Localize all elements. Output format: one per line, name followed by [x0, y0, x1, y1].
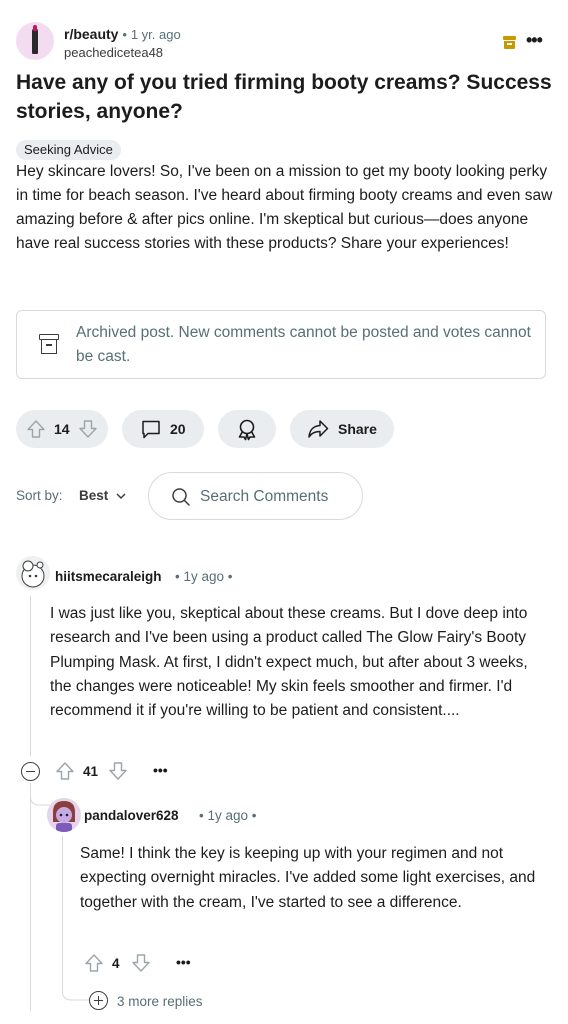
downvote-icon[interactable]: [78, 419, 98, 439]
post-body: Hey skincare lovers! So, I've been on a …: [16, 163, 553, 252]
post-meta-line: r/beauty • 1 yr. ago: [64, 26, 181, 42]
archive-badge-icon: [503, 36, 516, 49]
subreddit-link[interactable]: r/beauty: [64, 26, 118, 42]
character-avatar-icon: [53, 801, 75, 832]
mascara-icon: [32, 25, 38, 54]
share-icon: [308, 420, 329, 438]
collapse-thread-icon[interactable]: [21, 762, 40, 781]
post-title: Have any of you tried firming booty crea…: [16, 71, 552, 123]
upvote-icon[interactable]: [55, 761, 75, 781]
comment-vote-count: 4: [112, 956, 120, 971]
award-button[interactable]: [218, 410, 276, 448]
upvote-icon[interactable]: [26, 419, 46, 439]
subreddit-avatar[interactable]: [16, 22, 54, 60]
comment-meta: • 1y ago •: [199, 808, 257, 823]
archive-icon: [39, 334, 59, 356]
comment-vote-count: 41: [83, 764, 99, 779]
post-header: r/beauty • 1 yr. ago peachedicetea48 •••: [16, 22, 552, 62]
meta-separator: •: [122, 27, 127, 42]
comments-button[interactable]: 20: [122, 410, 204, 448]
comment-more-options-button[interactable]: •••: [153, 762, 168, 778]
upvote-icon[interactable]: [84, 953, 104, 973]
downvote-icon[interactable]: [131, 953, 151, 973]
comment-count: 20: [170, 421, 186, 437]
post-author[interactable]: peachedicetea48: [64, 45, 163, 60]
avatar[interactable]: [47, 798, 81, 832]
chevron-down-icon[interactable]: [115, 490, 127, 502]
snoo-avatar-icon: [21, 560, 45, 588]
share-button[interactable]: Share: [290, 410, 394, 448]
thread-line-reply: [62, 836, 63, 984]
comment-meta: • 1y ago •: [175, 569, 233, 584]
search-icon: [172, 488, 190, 506]
award-icon: [238, 419, 256, 441]
search-comments-input[interactable]: Search Comments: [148, 472, 363, 520]
vote-count: 14: [54, 421, 70, 437]
comment-body: Same! I think the key is keeping up with…: [80, 845, 536, 911]
share-label: Share: [338, 421, 377, 437]
archived-notice-text: Archived post. New comments cannot be po…: [76, 324, 531, 365]
archived-notice: Archived post. New comments cannot be po…: [16, 310, 546, 379]
search-placeholder: Search Comments: [200, 488, 329, 505]
post-flair[interactable]: Seeking Advice: [16, 140, 121, 160]
sort-label: Sort by:: [16, 488, 63, 503]
more-replies-link[interactable]: 3 more replies: [117, 994, 203, 1009]
downvote-icon[interactable]: [108, 761, 128, 781]
thread-line-main: [30, 596, 31, 756]
avatar[interactable]: [16, 556, 50, 590]
more-replies-connector: [62, 980, 89, 1001]
comment-body: I was just like you, skeptical about the…: [50, 605, 528, 720]
comment-username[interactable]: pandalover628: [84, 808, 179, 823]
vote-bar: 14: [16, 410, 108, 448]
post-age: 1 yr. ago: [130, 27, 181, 42]
comment-username[interactable]: hiitsmecaraleigh: [55, 569, 162, 584]
comment-more-options-button[interactable]: •••: [176, 954, 191, 970]
post-more-options-button[interactable]: •••: [526, 30, 543, 51]
expand-replies-icon[interactable]: [89, 991, 108, 1010]
sort-dropdown[interactable]: Best: [79, 488, 108, 503]
comment-icon: [142, 420, 160, 439]
